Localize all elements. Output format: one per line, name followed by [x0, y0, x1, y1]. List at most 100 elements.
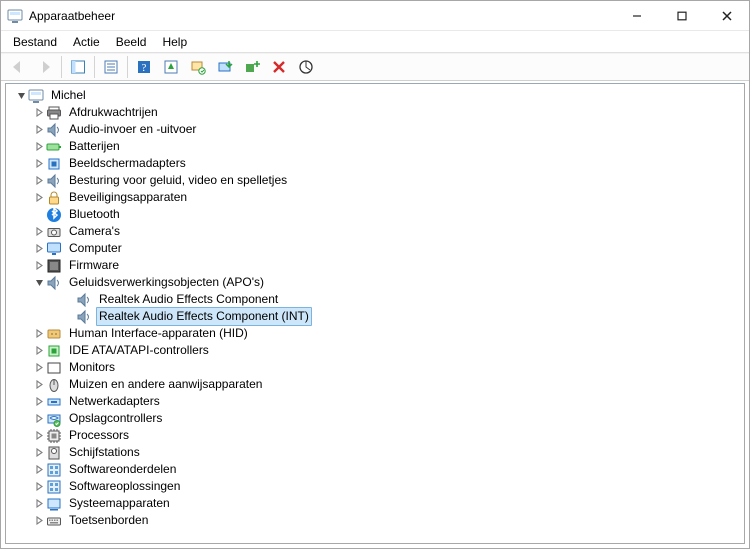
expand-toggle[interactable]	[32, 446, 46, 460]
tree-item[interactable]: Softwareoplossingen	[14, 478, 744, 495]
tree-item[interactable]: Toetsenborden	[14, 512, 744, 529]
toolbar: ?	[1, 53, 749, 81]
tree-item[interactable]: Batterijen	[14, 138, 744, 155]
tree-item-label: Michel	[48, 87, 89, 104]
expand-toggle[interactable]	[32, 463, 46, 477]
tree-item[interactable]: Realtek Audio Effects Component (INT)	[14, 308, 744, 325]
toolbar-update-driver-button[interactable]	[212, 56, 238, 78]
tree-item-label: Camera's	[66, 223, 123, 240]
expand-toggle[interactable]	[14, 89, 28, 103]
tree-item[interactable]: Human Interface-apparaten (HID)	[14, 325, 744, 342]
system-icon	[46, 496, 62, 512]
monitor-icon	[46, 241, 62, 257]
tree-item[interactable]: Afdrukwachtrijen	[14, 104, 744, 121]
tree-item[interactable]: Audio-invoer en -uitvoer	[14, 121, 744, 138]
expand-toggle[interactable]	[32, 276, 46, 290]
toolbar-add-device-button[interactable]	[239, 56, 265, 78]
minimize-button[interactable]	[614, 1, 659, 31]
tree-item[interactable]: Processors	[14, 427, 744, 444]
expand-toggle[interactable]	[32, 106, 46, 120]
tree-item-label: Afdrukwachtrijen	[66, 104, 161, 121]
tree-item[interactable]: Softwareonderdelen	[14, 461, 744, 478]
menu-help[interactable]: Help	[154, 33, 195, 51]
tree-item-label: Human Interface-apparaten (HID)	[66, 325, 251, 342]
menu-file[interactable]: Bestand	[5, 33, 65, 51]
tree-item-label: Batterijen	[66, 138, 123, 155]
expand-toggle[interactable]	[32, 497, 46, 511]
computer-icon	[28, 88, 44, 104]
tree-item-label: Audio-invoer en -uitvoer	[66, 121, 199, 138]
battery-icon	[46, 139, 62, 155]
tree-item[interactable]: Realtek Audio Effects Component	[14, 291, 744, 308]
disk-icon	[46, 445, 62, 461]
tree-item[interactable]: Geluidsverwerkingsobjecten (APO's)	[14, 274, 744, 291]
tree-item-label: Realtek Audio Effects Component (INT)	[96, 307, 312, 326]
toolbar-properties-button[interactable]	[98, 56, 124, 78]
tree-item[interactable]: IDE ATA/ATAPI-controllers	[14, 342, 744, 359]
tree-item[interactable]: Besturing voor geluid, video en spelletj…	[14, 172, 744, 189]
display-icon	[46, 360, 62, 376]
toolbar-help-button[interactable]: ?	[131, 56, 157, 78]
expand-toggle[interactable]	[32, 344, 46, 358]
tree-item[interactable]: Netwerkadapters	[14, 393, 744, 410]
mouse-icon	[46, 377, 62, 393]
tree-item[interactable]: Monitors	[14, 359, 744, 376]
tree-item[interactable]: Firmware	[14, 257, 744, 274]
tree-item[interactable]: Systeemapparaten	[14, 495, 744, 512]
expand-toggle[interactable]	[32, 123, 46, 137]
tree-item[interactable]: Schijfstations	[14, 444, 744, 461]
toolbar-back-button[interactable]	[5, 56, 31, 78]
menu-view[interactable]: Beeld	[108, 33, 155, 51]
tree-item[interactable]: Opslagcontrollers	[14, 410, 744, 427]
software-icon	[46, 462, 62, 478]
tree-item[interactable]: Computer	[14, 240, 744, 257]
speaker-icon	[76, 309, 92, 325]
tree-item[interactable]: Camera's	[14, 223, 744, 240]
chip-green-icon	[46, 343, 62, 359]
expand-toggle[interactable]	[32, 242, 46, 256]
toolbar-separator	[127, 56, 128, 78]
tree-item-label: IDE ATA/ATAPI-controllers	[66, 342, 212, 359]
tree-item-label: Beeldschermadapters	[66, 155, 189, 172]
tree-item[interactable]: Bluetooth	[14, 206, 744, 223]
tree-item-label: Systeemapparaten	[66, 495, 173, 512]
tree-item-label: Toetsenborden	[66, 512, 151, 529]
expand-toggle[interactable]	[32, 412, 46, 426]
printer-icon	[46, 105, 62, 121]
hid-icon	[46, 326, 62, 342]
title-bar: Apparaatbeheer	[1, 1, 749, 31]
tree-root[interactable]: Michel	[14, 87, 744, 104]
toolbar-forward-button[interactable]	[32, 56, 58, 78]
maximize-button[interactable]	[659, 1, 704, 31]
tree-item-label: Beveiligingsapparaten	[66, 189, 190, 206]
toolbar-disable-button[interactable]	[293, 56, 319, 78]
toolbar-uninstall-button[interactable]	[266, 56, 292, 78]
expand-toggle[interactable]	[32, 191, 46, 205]
close-button[interactable]	[704, 1, 749, 31]
tree-item[interactable]: Beveiligingsapparaten	[14, 189, 744, 206]
device-tree[interactable]: MichelAfdrukwachtrijenAudio-invoer en -u…	[6, 84, 744, 543]
tree-item[interactable]: Muizen en andere aanwijsapparaten	[14, 376, 744, 393]
expand-toggle[interactable]	[32, 157, 46, 171]
toolbar-scan-hardware-button[interactable]	[185, 56, 211, 78]
expand-toggle[interactable]	[32, 514, 46, 528]
expand-toggle[interactable]	[32, 174, 46, 188]
tree-item[interactable]: Beeldschermadapters	[14, 155, 744, 172]
app-icon	[7, 8, 23, 24]
tree-item-label: Opslagcontrollers	[66, 410, 165, 427]
toolbar-show-hide-tree-button[interactable]	[65, 56, 91, 78]
toolbar-action-button[interactable]	[158, 56, 184, 78]
expand-toggle[interactable]	[32, 480, 46, 494]
expand-toggle[interactable]	[32, 395, 46, 409]
tree-item-label: Besturing voor geluid, video en spelletj…	[66, 172, 290, 189]
expand-toggle[interactable]	[32, 259, 46, 273]
menu-bar: Bestand Actie Beeld Help	[1, 31, 749, 53]
expand-toggle[interactable]	[32, 327, 46, 341]
expand-toggle[interactable]	[32, 225, 46, 239]
tree-item-label: Processors	[66, 427, 132, 444]
menu-action[interactable]: Actie	[65, 33, 108, 51]
expand-toggle[interactable]	[32, 140, 46, 154]
expand-toggle[interactable]	[32, 361, 46, 375]
expand-toggle[interactable]	[32, 429, 46, 443]
expand-toggle[interactable]	[32, 378, 46, 392]
